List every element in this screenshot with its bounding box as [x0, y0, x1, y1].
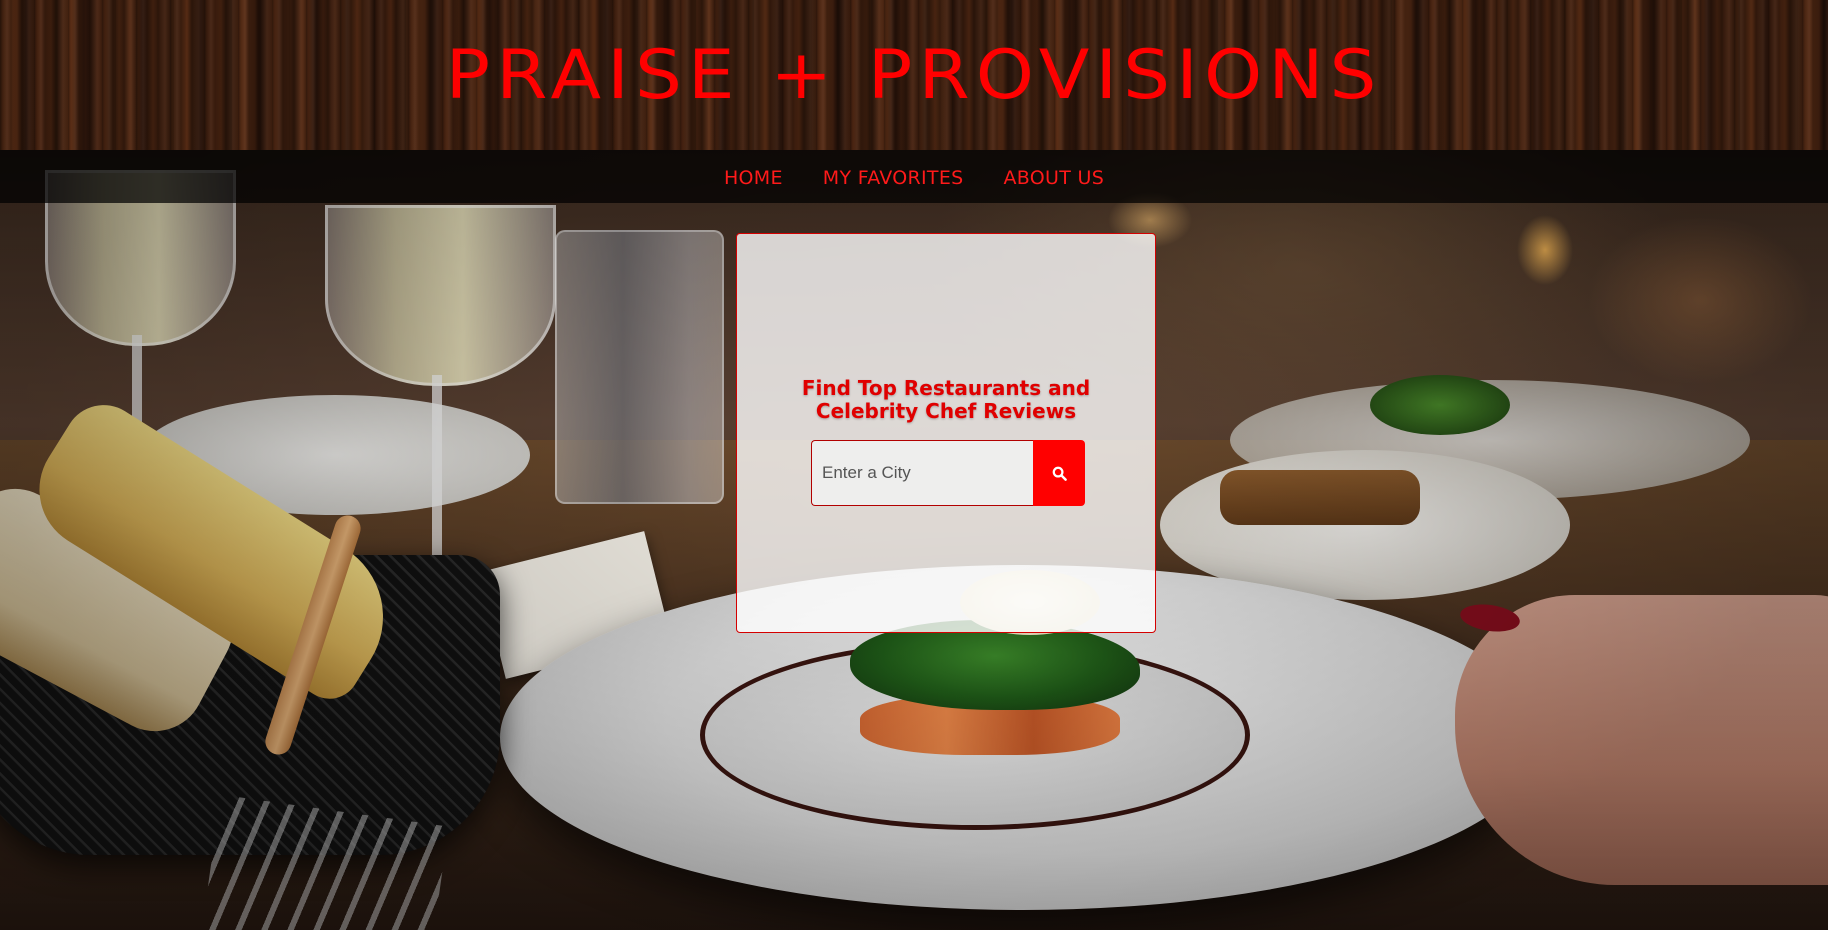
main-nav: HOME MY FAVORITES ABOUT US: [0, 150, 1828, 203]
search-icon: [1052, 466, 1067, 481]
search-card: Find Top Restaurants and Celebrity Chef …: [736, 233, 1156, 633]
nav-home-link[interactable]: HOME: [724, 165, 783, 189]
search-form: [811, 440, 1085, 506]
site-title: PRAISE + PROVISIONS: [445, 35, 1383, 115]
search-heading: Find Top Restaurants and Celebrity Chef …: [801, 376, 1091, 423]
site-header: PRAISE + PROVISIONS: [0, 0, 1828, 150]
nav-favorites-link[interactable]: MY FAVORITES: [823, 165, 964, 189]
city-search-input[interactable]: [811, 440, 1033, 506]
nav-about-link[interactable]: ABOUT US: [1003, 165, 1104, 189]
search-button[interactable]: [1033, 440, 1085, 506]
